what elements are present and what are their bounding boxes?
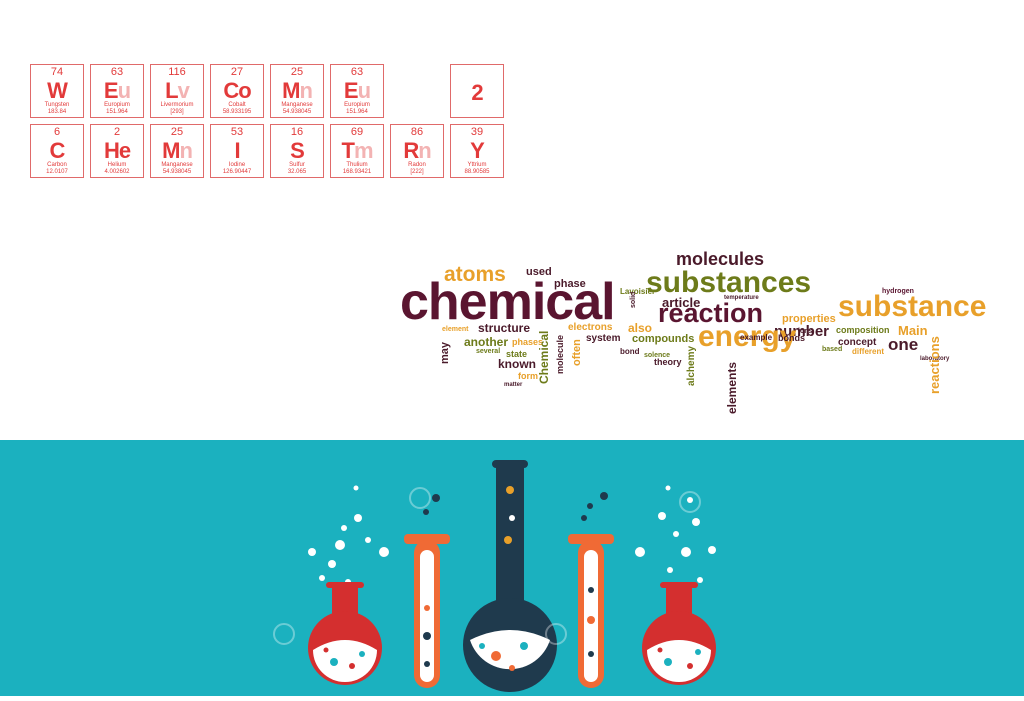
- element-tile: 25 Mn Manganese 54.938045: [150, 124, 204, 178]
- lab-glassware-illustration: [273, 460, 716, 692]
- word-based: based: [822, 346, 843, 353]
- word-one: one: [888, 335, 919, 354]
- word-often: often: [571, 339, 583, 366]
- word-solid: solid: [630, 291, 637, 308]
- word-alchemy: alchemy: [686, 345, 697, 386]
- word-reactions: reactions: [927, 336, 942, 394]
- number-2-tile: 2: [450, 64, 504, 118]
- teal-banner: [0, 440, 1024, 696]
- element-tile: 116 Lv Livermorium [293]: [150, 64, 204, 118]
- element-tile: 63 Eu Europium 151.964: [90, 64, 144, 118]
- word-bond: bond: [620, 347, 640, 356]
- word-different: different: [852, 347, 884, 356]
- word-known: known: [498, 357, 536, 371]
- word-bonds: bonds: [778, 333, 805, 343]
- element-tile: 2 He Helium 4.002602: [90, 124, 144, 178]
- word-substance: substance: [838, 290, 987, 323]
- word-molecule: molecule: [555, 334, 565, 374]
- word-ions: ions: [798, 328, 813, 335]
- element-tile: 39 Y Yttrium 88.90585: [450, 124, 504, 178]
- word-element: element: [442, 326, 469, 333]
- navy-flask-center-icon: [463, 460, 557, 692]
- word-form: form: [518, 371, 538, 381]
- element-tile: 63 Eu Europium 151.964: [330, 64, 384, 118]
- word-compounds: compounds: [632, 333, 695, 345]
- orange-test-tube-right-icon: [568, 534, 614, 688]
- element-tile: 6 C Carbon 12.0107: [30, 124, 84, 178]
- word-system: system: [586, 333, 621, 344]
- element-tile: 69 Tm Thulium 168.93421: [330, 124, 384, 178]
- word-may: may: [439, 341, 451, 364]
- red-flask-left-icon: [308, 582, 382, 685]
- element-tile: 86 Rn Radon [222]: [390, 124, 444, 178]
- element-tile: 53 I Iodine 126.90447: [210, 124, 264, 178]
- word-example: example: [740, 333, 773, 342]
- word-substances: substances: [646, 266, 812, 299]
- word-elements: elements: [725, 361, 739, 414]
- element-tile: 74 W Tungsten 183.84: [30, 64, 84, 118]
- chemistry-word-cloud: molecules substances atoms used phase ch…: [398, 248, 1018, 423]
- word-hydrogen: hydrogen: [882, 288, 914, 295]
- word-several: several: [476, 348, 501, 355]
- element-tile: 16 S Sulfur 32.065: [270, 124, 324, 178]
- word-lavoisier: Lavoisier: [620, 287, 656, 296]
- word-matter: matter: [504, 382, 523, 388]
- red-flask-right-icon: [642, 582, 716, 685]
- word-composition: composition: [836, 325, 890, 335]
- word-electrons: electrons: [568, 322, 613, 333]
- orange-test-tube-left-icon: [404, 534, 450, 688]
- word-chemical-vertical: Chemical: [537, 330, 551, 384]
- element-tile: 25 Mn Manganese 54.938045: [270, 64, 324, 118]
- word-structure: structure: [478, 321, 531, 335]
- element-tile: 27 Co Cobalt 58.933195: [210, 64, 264, 118]
- word-theory: theory: [654, 357, 682, 367]
- word-another: another: [464, 335, 509, 349]
